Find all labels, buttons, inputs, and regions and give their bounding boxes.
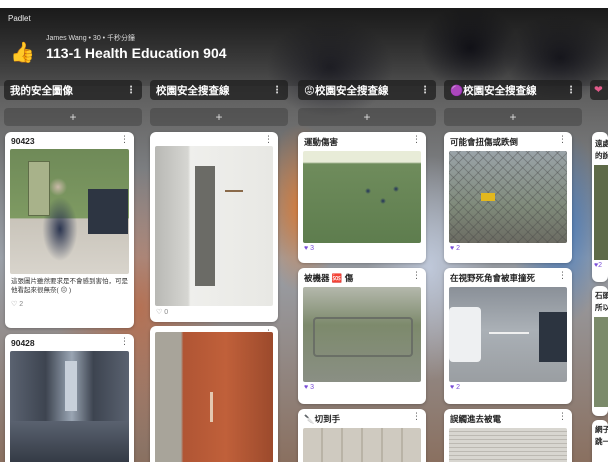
- post-image[interactable]: [594, 165, 608, 260]
- like-count-value: 3: [310, 245, 315, 252]
- post-snippet: 所以: [595, 303, 608, 312]
- post-title: 誤觸進去被電: [450, 414, 502, 424]
- post-snippet: 跳一: [595, 437, 608, 446]
- more-options-icon[interactable]: ⋮: [412, 411, 421, 422]
- post-image[interactable]: [10, 149, 129, 274]
- post-image[interactable]: [449, 287, 567, 382]
- post-snippet: 網子: [595, 425, 608, 434]
- post-image[interactable]: [449, 428, 567, 462]
- more-options-icon[interactable]: ⋮: [558, 270, 567, 281]
- post-title: 🔪切到手: [304, 414, 341, 424]
- post-image[interactable]: [303, 287, 421, 382]
- like-count[interactable]: ♡ 2: [5, 298, 134, 312]
- post-image[interactable]: [594, 317, 608, 407]
- column-header[interactable]: 🟣校園安全搜查線 ⋮: [444, 80, 582, 100]
- column-my-safety-image: 我的安全圖像 ⋮ +: [4, 80, 142, 126]
- column-header[interactable]: ❤: [590, 80, 608, 100]
- more-options-icon[interactable]: ⋮: [272, 85, 282, 96]
- more-options-icon[interactable]: ⋮: [120, 134, 129, 145]
- more-options-icon[interactable]: ⋮: [420, 85, 430, 96]
- board-title: 113-1 Health Education 904: [46, 45, 227, 61]
- more-options-icon[interactable]: ⋮: [126, 85, 136, 96]
- add-post-button[interactable]: +: [444, 108, 582, 126]
- post-snippet: 石頭: [595, 291, 608, 300]
- column-campus-safety: 校園安全搜查線 ⋮ +: [150, 80, 288, 126]
- add-post-button[interactable]: +: [4, 108, 142, 126]
- post-image[interactable]: [303, 151, 421, 243]
- more-options-icon[interactable]: ⋮: [264, 134, 273, 145]
- post-image[interactable]: [449, 151, 567, 243]
- add-post-button[interactable]: +: [150, 108, 288, 126]
- like-count-value: 2: [598, 262, 603, 269]
- post-card[interactable]: 🔪切到手 ⋮: [298, 409, 426, 462]
- like-count[interactable]: ♥ 2: [444, 243, 572, 256]
- post-snippet: 遠處: [595, 139, 608, 148]
- post-title: 90423: [11, 136, 35, 146]
- post-image[interactable]: [155, 146, 273, 306]
- column-header[interactable]: 😡校園安全搜查線 ⋮: [298, 80, 436, 100]
- column-campus-safety-angry: 😡校園安全搜查線 ⋮ +: [298, 80, 436, 126]
- post-card[interactable]: 誤觸進去被電 ⋮: [444, 409, 572, 462]
- more-options-icon[interactable]: ⋮: [558, 411, 567, 422]
- post-title: 運動傷害: [304, 137, 339, 147]
- post-title: 可能會扭傷或跌倒: [450, 137, 519, 147]
- column-campus-safety-purple: 🟣校園安全搜查線 ⋮ +: [444, 80, 582, 126]
- column-header[interactable]: 我的安全圖像 ⋮: [4, 80, 142, 100]
- add-post-button[interactable]: +: [298, 108, 436, 126]
- column-title: 校園安全搜查線: [156, 84, 230, 97]
- thumbs-up-icon: 👍: [10, 42, 35, 64]
- like-count-value: 0: [164, 309, 169, 316]
- post-card[interactable]: 石頭 所以: [592, 286, 608, 416]
- padlet-board: Padlet 👍 James Wang • 30 • 千秒分鐘 113-1 He…: [0, 8, 608, 462]
- post-snippet: 的說: [595, 151, 608, 160]
- post-card[interactable]: 在視野死角會被車撞死 ⋮ ♥ 2: [444, 268, 572, 404]
- post-card[interactable]: 被機器 🆘 傷 ⋮ ♥ 3: [298, 268, 426, 404]
- more-options-icon[interactable]: ⋮: [120, 336, 129, 347]
- column-header[interactable]: 校園安全搜查線 ⋮: [150, 80, 288, 100]
- post-card[interactable]: 網子 跳一: [592, 420, 608, 462]
- post-title: 90428: [11, 338, 35, 348]
- like-count[interactable]: ♡ 0: [150, 306, 278, 320]
- post-title: 在視野死角會被車撞死: [450, 273, 536, 283]
- post-card[interactable]: 90428 ⋮: [5, 334, 134, 462]
- like-count-value: 2: [456, 384, 461, 391]
- post-card[interactable]: 可能會扭傷或跌倒 ⋮ ♥ 2: [444, 132, 572, 263]
- more-options-icon[interactable]: ⋮: [566, 85, 576, 96]
- like-count-value: 3: [310, 384, 315, 391]
- like-count-value: 2: [19, 301, 24, 309]
- like-count[interactable]: ♥ 2: [444, 382, 572, 395]
- more-options-icon[interactable]: ⋮: [412, 270, 421, 281]
- post-caption: 這張圖片雖然要求是不會感到害怕，可是他看起來很無奈( 😐 ): [11, 278, 128, 295]
- like-count[interactable]: ♥ 3: [298, 243, 426, 256]
- post-image[interactable]: [303, 428, 421, 462]
- more-options-icon[interactable]: ⋮: [412, 134, 421, 145]
- like-count[interactable]: ♥2: [592, 260, 608, 271]
- post-card[interactable]: ⋮ ♡ 0: [150, 132, 278, 322]
- like-count-value: 2: [456, 245, 461, 252]
- column-title: 😡校園安全搜查線: [304, 84, 389, 97]
- board-header: Padlet 👍 James Wang • 30 • 千秒分鐘 113-1 He…: [0, 8, 608, 86]
- padlet-brand[interactable]: Padlet: [8, 14, 31, 23]
- post-card[interactable]: 遠處 的說 ♥2: [592, 132, 608, 282]
- post-title: 被機器 🆘 傷: [304, 273, 354, 283]
- post-card[interactable]: ⋮: [150, 326, 278, 462]
- more-options-icon[interactable]: ⋮: [558, 134, 567, 145]
- column-title: 🟣校園安全搜查線: [450, 84, 537, 97]
- column-title: 我的安全圖像: [10, 84, 73, 97]
- column-partial: ❤: [590, 80, 608, 100]
- post-card[interactable]: 90423 ⋮ 這張圖片雖然要求是不會感到害怕，可是他看起來很無奈( 😐 ) ♡…: [5, 132, 134, 328]
- like-count[interactable]: ♥ 3: [298, 382, 426, 395]
- post-image[interactable]: [155, 332, 273, 462]
- board-author: James Wang • 30 • 千秒分鐘: [46, 35, 136, 42]
- post-image[interactable]: [10, 351, 129, 462]
- heart-icon: ❤: [594, 84, 603, 96]
- post-card[interactable]: 運動傷害 ⋮ ♥ 3: [298, 132, 426, 263]
